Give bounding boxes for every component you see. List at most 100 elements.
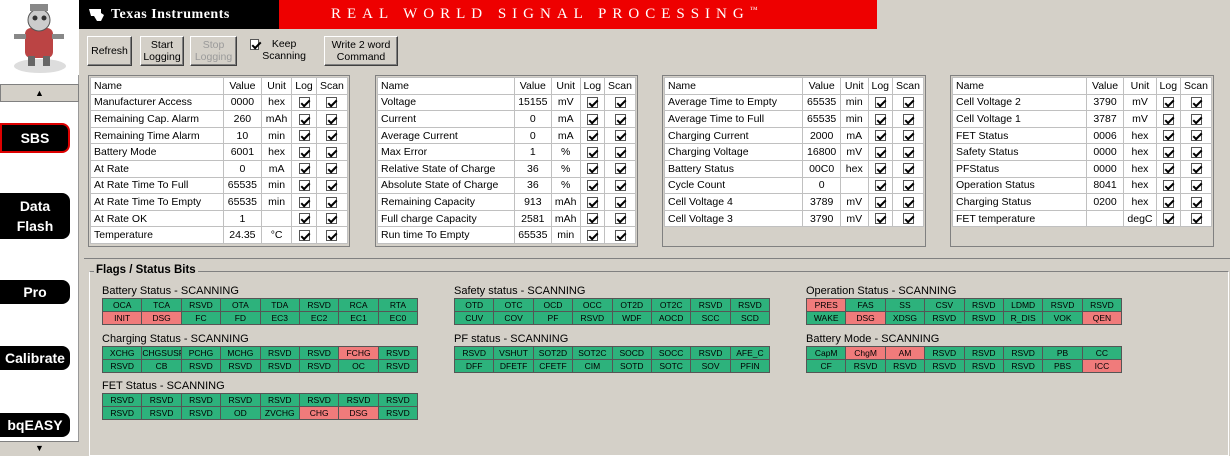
sidebar-scroll-up-icon[interactable]: ▲ [0, 84, 79, 102]
log-checkbox[interactable] [586, 163, 598, 175]
scan-checkbox[interactable] [326, 97, 338, 109]
log-checkbox[interactable] [586, 229, 598, 241]
log-checkbox[interactable] [1162, 163, 1174, 175]
scan-checkbox[interactable] [326, 130, 338, 142]
scan-checkbox[interactable] [902, 97, 914, 109]
log-checkbox[interactable] [298, 213, 310, 225]
refresh-button[interactable]: Refresh [87, 36, 132, 66]
flag-group-title: FET Status - SCANNING [102, 380, 225, 392]
log-checkbox[interactable] [298, 229, 310, 241]
scan-checkbox[interactable] [1190, 97, 1202, 109]
scan-checkbox[interactable] [614, 97, 626, 109]
log-checkbox[interactable] [298, 130, 310, 142]
scan-checkbox[interactable] [326, 163, 338, 175]
scan-checkbox[interactable] [902, 146, 914, 158]
scan-checkbox[interactable] [902, 113, 914, 125]
log-checkbox[interactable] [874, 180, 886, 192]
scan-cell [315, 110, 349, 128]
log-checkbox[interactable] [586, 97, 598, 109]
scan-checkbox[interactable] [614, 180, 626, 192]
cell-name: Full charge Capacity [377, 209, 515, 228]
keep-scanning-control[interactable]: Keep Scanning [250, 38, 306, 66]
scan-checkbox[interactable] [614, 130, 626, 142]
scan-checkbox[interactable] [614, 229, 626, 241]
flag-bit: RSVD [181, 407, 222, 420]
log-checkbox[interactable] [874, 163, 886, 175]
log-cell [579, 143, 606, 161]
flag-bit: RSVD [964, 299, 1004, 312]
log-checkbox[interactable] [586, 180, 598, 192]
scan-checkbox[interactable] [614, 213, 626, 225]
sidebar-item-pro[interactable]: Pro [0, 280, 70, 304]
cell-value: 65535 [802, 93, 841, 112]
start-logging-button[interactable]: Start Logging [140, 36, 184, 66]
scan-checkbox[interactable] [326, 146, 338, 158]
scan-checkbox[interactable] [614, 146, 626, 158]
scan-checkbox[interactable] [614, 196, 626, 208]
scan-checkbox[interactable] [902, 130, 914, 142]
log-checkbox[interactable] [298, 146, 310, 158]
log-checkbox[interactable] [586, 113, 598, 125]
sidebar-item-sbs[interactable]: SBS [0, 123, 70, 153]
log-checkbox[interactable] [586, 146, 598, 158]
scan-checkbox[interactable] [326, 213, 338, 225]
scan-checkbox[interactable] [902, 163, 914, 175]
scan-checkbox[interactable] [902, 213, 914, 225]
log-checkbox[interactable] [874, 113, 886, 125]
log-checkbox[interactable] [1162, 97, 1174, 109]
log-checkbox[interactable] [1162, 130, 1174, 142]
sidebar-item-bqeasy[interactable]: bqEASY [0, 413, 70, 437]
scan-checkbox[interactable] [326, 229, 338, 241]
cell-value: 65535 [222, 176, 263, 195]
log-checkbox[interactable] [586, 213, 598, 225]
scan-checkbox[interactable] [1190, 113, 1202, 125]
log-checkbox[interactable] [586, 130, 598, 142]
scan-checkbox[interactable] [614, 113, 626, 125]
scan-checkbox[interactable] [1190, 213, 1202, 225]
keep-scanning-checkbox[interactable] [250, 39, 260, 50]
scan-checkbox[interactable] [326, 196, 338, 208]
sidebar-item-data-flash[interactable]: Data Flash [0, 193, 70, 239]
log-checkbox[interactable] [1162, 146, 1174, 158]
scan-checkbox[interactable] [1190, 163, 1202, 175]
flag-bit: RSVD [573, 312, 613, 325]
flag-bit: OTA [221, 299, 261, 312]
log-checkbox[interactable] [298, 163, 310, 175]
cell-unit: mV [1123, 110, 1157, 128]
scan-checkbox[interactable] [902, 196, 914, 208]
log-checkbox[interactable] [298, 97, 310, 109]
flag-bits-grid: OCA TCA RSVD OTA TDA RSVD RCA RTA INIT DSG FC FD EC3… [102, 298, 419, 325]
scan-checkbox[interactable] [614, 163, 626, 175]
scan-checkbox[interactable] [1190, 196, 1202, 208]
log-checkbox[interactable] [874, 146, 886, 158]
table-row: Cell Voltage 4 3789 mV [663, 193, 924, 211]
flag-bit: CHG [299, 407, 340, 420]
log-checkbox[interactable] [1162, 213, 1174, 225]
flag-bit: CHGSUSP [142, 347, 182, 360]
log-checkbox[interactable] [1162, 113, 1174, 125]
sidebar-item-calibrate[interactable]: Calibrate [0, 346, 70, 370]
cell-unit: hex [1123, 176, 1157, 195]
log-checkbox[interactable] [1162, 180, 1174, 192]
scan-checkbox[interactable] [326, 180, 338, 192]
log-checkbox[interactable] [586, 196, 598, 208]
log-checkbox[interactable] [874, 213, 886, 225]
log-checkbox[interactable] [298, 113, 310, 125]
flag-bit: CSV [925, 299, 965, 312]
scan-checkbox[interactable] [1190, 146, 1202, 158]
log-checkbox[interactable] [874, 196, 886, 208]
log-checkbox[interactable] [298, 180, 310, 192]
sidebar-scroll-down-icon[interactable]: ▼ [0, 441, 79, 455]
log-checkbox[interactable] [874, 130, 886, 142]
flag-bit: XCHG [103, 347, 143, 360]
scan-checkbox[interactable] [902, 180, 914, 192]
scan-checkbox[interactable] [326, 113, 338, 125]
log-checkbox[interactable] [1162, 196, 1174, 208]
log-checkbox[interactable] [298, 196, 310, 208]
scan-checkbox[interactable] [1190, 180, 1202, 192]
log-checkbox[interactable] [874, 97, 886, 109]
flag-bit: RSVD [142, 394, 182, 407]
write-word-command-button[interactable]: Write 2 word Command [324, 36, 398, 66]
scan-checkbox[interactable] [1190, 130, 1202, 142]
stop-logging-button[interactable]: Stop Logging [190, 36, 237, 66]
